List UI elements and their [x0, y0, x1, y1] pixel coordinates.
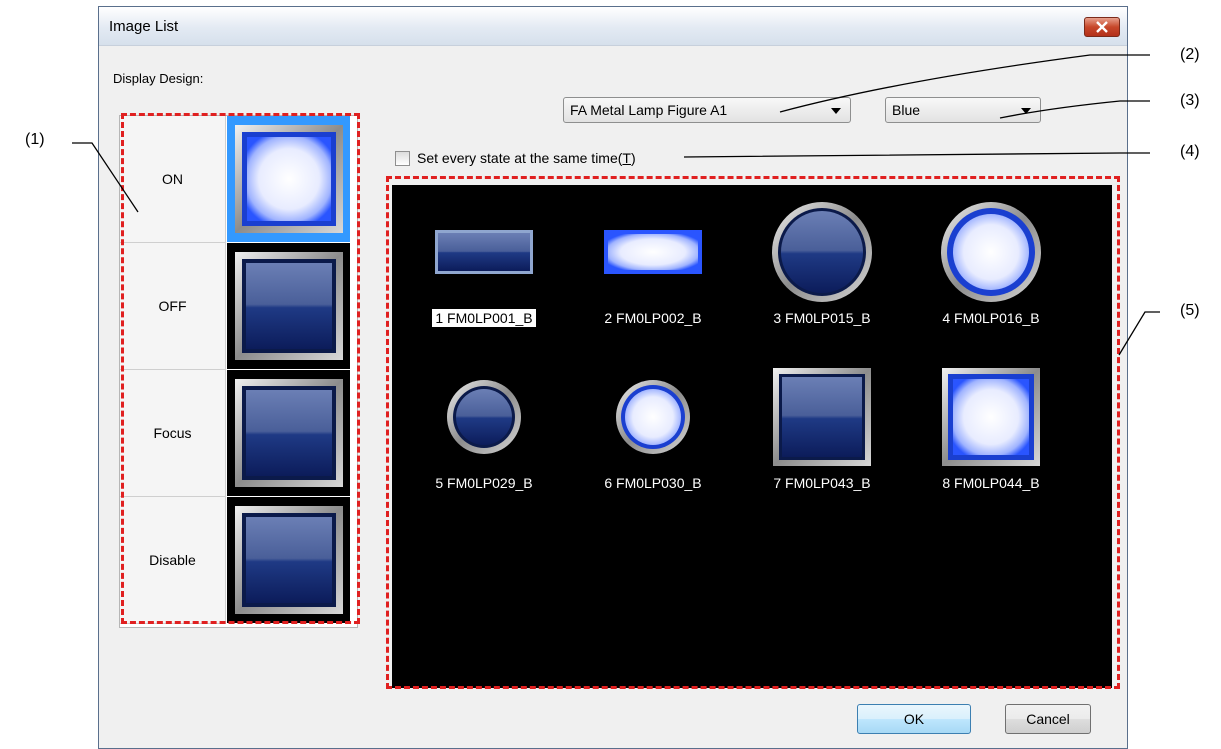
callout-1: (1) — [25, 131, 45, 148]
callout-4: (4) — [1180, 143, 1200, 160]
callout-2: (2) — [1180, 46, 1200, 63]
callout-5: (5) — [1180, 302, 1200, 319]
callout-3: (3) — [1180, 92, 1200, 109]
callout-lines — [72, 54, 1160, 356]
